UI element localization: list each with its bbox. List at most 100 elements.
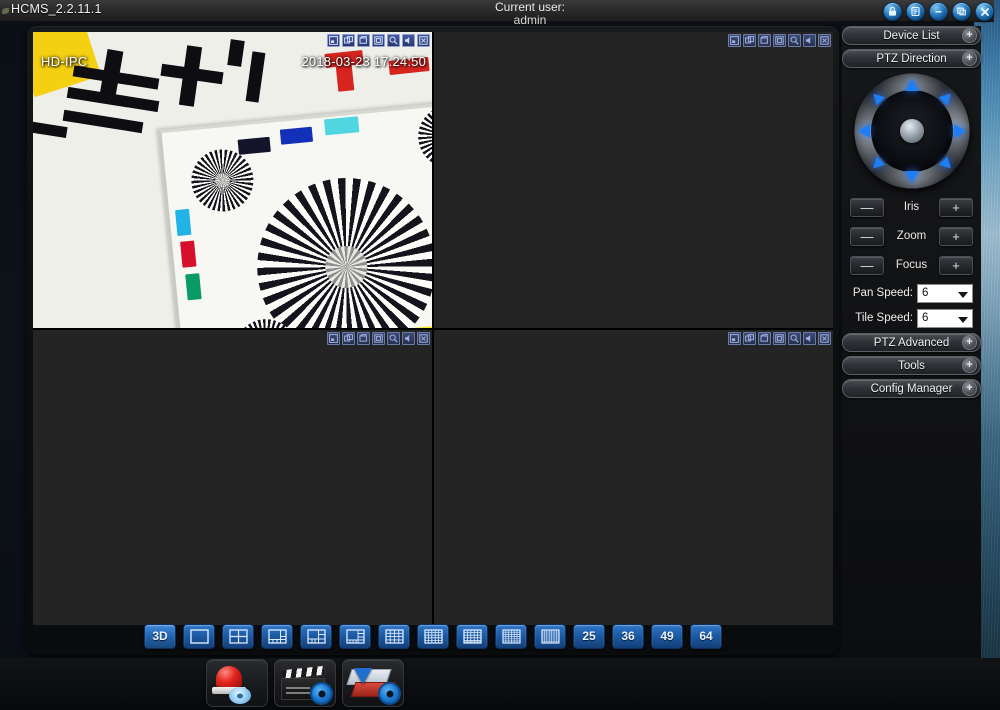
zoom-minus-button[interactable]: —	[850, 226, 884, 246]
sidebar-item-ptz-direction[interactable]: PTZ Direction +	[842, 49, 981, 68]
chevron-down-icon[interactable]	[958, 291, 968, 298]
zoom-search-icon[interactable]	[387, 332, 400, 345]
close-stream-icon[interactable]	[818, 332, 831, 345]
layout-20-button[interactable]	[456, 623, 488, 649]
ptz-left-arrow-icon[interactable]	[857, 124, 870, 138]
video-pane-3[interactable]	[33, 330, 432, 625]
sidebar-item-device-list[interactable]: Device List +	[842, 26, 981, 45]
record-icon[interactable]	[357, 34, 370, 47]
current-user: Current user: admin	[455, 1, 605, 27]
expand-icon[interactable]: +	[962, 28, 977, 43]
expand-icon[interactable]: +	[962, 51, 977, 66]
layout-13-button[interactable]	[378, 623, 410, 649]
layout-9-button[interactable]	[339, 623, 371, 649]
app-title: HCMS_2.2.11.1	[11, 2, 102, 16]
layout-16-button[interactable]	[417, 623, 449, 649]
audio-icon[interactable]	[803, 34, 816, 47]
right-sidebar: Device List + PTZ Direction + — Iris + —…	[842, 26, 981, 666]
snapshot-icon[interactable]	[327, 332, 340, 345]
playback-icon[interactable]	[274, 659, 336, 707]
save-icon[interactable]	[773, 332, 786, 345]
snapshot-icon[interactable]	[728, 332, 741, 345]
record-icon[interactable]	[758, 332, 771, 345]
lock-button[interactable]	[883, 2, 902, 21]
layout-25-button[interactable]: 25	[573, 623, 605, 649]
grid-4-icon	[228, 628, 248, 644]
sidebar-item-config-manager[interactable]: Config Manager +	[842, 379, 981, 398]
scene-test-chart	[158, 98, 432, 328]
gear-icon	[380, 684, 399, 703]
video-pane-1[interactable]: HD-IPC 2018-03-23 17:24:50	[33, 32, 432, 328]
backup-icon[interactable]	[342, 659, 404, 707]
tile-speed-select[interactable]: 6	[917, 308, 973, 328]
ptz-up-arrow-icon[interactable]	[904, 79, 919, 91]
pan-speed-value: 6	[922, 286, 929, 299]
multi-window-icon[interactable]	[342, 34, 355, 47]
maximize-icon	[957, 7, 966, 16]
layout-28-button[interactable]	[534, 623, 566, 649]
expand-icon[interactable]: +	[962, 358, 977, 373]
focus-minus-button[interactable]: —	[850, 255, 884, 275]
iris-minus-button[interactable]: —	[850, 197, 884, 217]
save-icon[interactable]	[372, 332, 385, 345]
close-stream-icon[interactable]	[417, 34, 430, 47]
alarm-icon[interactable]	[206, 659, 268, 707]
audio-icon[interactable]	[402, 332, 415, 345]
pane-toolbar	[728, 332, 831, 345]
ptz-joystick[interactable]	[851, 72, 973, 190]
save-icon[interactable]	[372, 34, 385, 47]
layout-6-button[interactable]	[261, 623, 293, 649]
layout-4-button[interactable]	[222, 623, 254, 649]
zoom-plus-button[interactable]: +	[939, 226, 973, 246]
multi-window-icon[interactable]	[342, 332, 355, 345]
sidebar-item-ptz-advanced[interactable]: PTZ Advanced +	[842, 333, 981, 352]
chevron-down-icon[interactable]	[958, 316, 968, 323]
grid-9-icon	[345, 628, 365, 644]
zoom-search-icon[interactable]	[788, 332, 801, 345]
ptz-center-button[interactable]	[899, 119, 924, 143]
maximize-button[interactable]	[952, 2, 971, 21]
zoom-search-icon[interactable]	[387, 34, 400, 47]
video-stream-image: HD-IPC 2018-03-23 17:24:50	[33, 32, 432, 328]
close-button[interactable]	[975, 2, 994, 21]
layout-8-button[interactable]	[300, 623, 332, 649]
multi-window-icon[interactable]	[743, 34, 756, 47]
ptz-down-arrow-icon[interactable]	[904, 171, 919, 183]
snapshot-icon[interactable]	[728, 34, 741, 47]
video-pane-2[interactable]	[434, 32, 833, 328]
grid-8-icon	[306, 628, 326, 644]
sidebar-item-label: Tools	[898, 359, 925, 372]
grid-13-icon	[384, 628, 404, 644]
iris-plus-button[interactable]: +	[939, 197, 973, 217]
log-button[interactable]	[906, 2, 925, 21]
expand-icon[interactable]: +	[962, 381, 977, 396]
layout-24-button[interactable]	[495, 623, 527, 649]
layout-49-button[interactable]: 49	[651, 623, 683, 649]
expand-icon[interactable]: +	[962, 335, 977, 350]
close-stream-icon[interactable]	[417, 332, 430, 345]
audio-icon[interactable]	[402, 34, 415, 47]
save-icon[interactable]	[773, 34, 786, 47]
sidebar-item-tools[interactable]: Tools +	[842, 356, 981, 375]
layout-1-button[interactable]	[183, 623, 215, 649]
record-icon[interactable]	[758, 34, 771, 47]
disc-shape	[229, 687, 251, 704]
record-icon[interactable]	[357, 332, 370, 345]
focus-plus-button[interactable]: +	[938, 255, 973, 275]
minimize-button[interactable]	[929, 2, 948, 21]
zoom-search-icon[interactable]	[788, 34, 801, 47]
bottom-dock	[0, 658, 1000, 710]
layout-64-button[interactable]: 64	[690, 623, 722, 649]
iris-control-row: — Iris +	[850, 196, 973, 218]
ptz-right-arrow-icon[interactable]	[953, 124, 966, 138]
siemens-star-small	[188, 146, 257, 215]
multi-window-icon[interactable]	[743, 332, 756, 345]
snapshot-icon[interactable]	[327, 34, 340, 47]
close-stream-icon[interactable]	[818, 34, 831, 47]
video-pane-4[interactable]	[434, 330, 833, 625]
layout-3d-button[interactable]: 3D	[144, 623, 176, 649]
pan-speed-select[interactable]: 6	[917, 283, 973, 303]
layout-36-button[interactable]: 36	[612, 623, 644, 649]
focus-label: Focus	[895, 259, 928, 271]
audio-icon[interactable]	[803, 332, 816, 345]
